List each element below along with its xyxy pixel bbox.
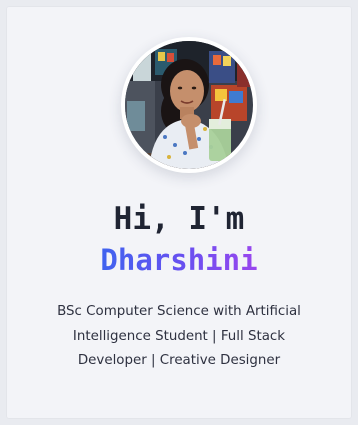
name-text: Dharshini [100,243,258,277]
page: Hi, I'm Dharshini BSc Computer Science w… [0,0,358,425]
tagline: BSc Computer Science with Artificial Int… [57,304,301,368]
name-heading: Dharshini [6,243,352,277]
avatar [125,41,253,169]
avatar-frame [121,37,257,173]
hero-card: Hi, I'm Dharshini BSc Computer Science w… [6,6,352,419]
profile-photo [125,41,253,169]
greeting-heading: Hi, I'm [113,201,245,237]
